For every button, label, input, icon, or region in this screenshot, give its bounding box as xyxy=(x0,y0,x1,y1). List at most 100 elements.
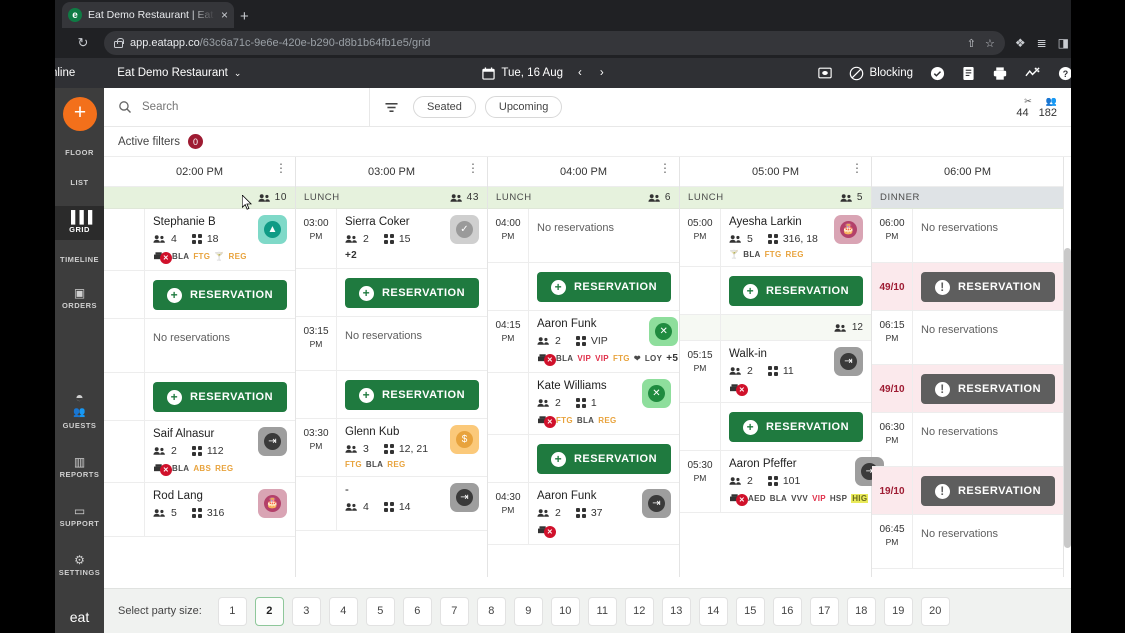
restaurant-selector[interactable]: Eat Demo Restaurant ⌄ xyxy=(117,67,241,79)
reload-icon[interactable]: ↻ xyxy=(70,30,96,56)
star-icon[interactable]: ☆ xyxy=(985,37,995,50)
party-size-option[interactable]: 19 xyxy=(883,596,913,626)
extensions-icon[interactable]: ❖ xyxy=(1015,36,1026,50)
add-reservation-button[interactable]: + xyxy=(63,97,97,131)
reservation-status-button[interactable]: ✓ xyxy=(450,215,479,244)
reservation-card[interactable]: Sierra Coker 2 15 +2 ✓ xyxy=(345,215,479,261)
reservation-card[interactable]: Glenn Kub 3 12, 21 FTG BLA REG $ xyxy=(345,425,479,469)
reservation-status-button[interactable]: 🎂 xyxy=(258,489,287,518)
party-size-option[interactable]: 16 xyxy=(772,596,802,626)
reservation-card[interactable]: Aaron Funk 2 37 ✕ ⇥ xyxy=(537,489,671,538)
reservation-status-button[interactable]: $ xyxy=(450,425,479,454)
reservation-card[interactable]: Aaron Pfeffer2101✕AEDBLAVVVVIPHSPHIG+5⇥ xyxy=(729,457,885,506)
add-reservation-button[interactable]: + RESERVATION xyxy=(537,444,671,474)
reservation-card[interactable]: Aaron Funk 2 VIP ✕ BLA VIP VIP FTG ❤ LOY +5 ✕ xyxy=(537,317,679,366)
sidebar-item-support[interactable]: ▭ SUPPORT xyxy=(55,504,104,528)
next-date-icon[interactable]: › xyxy=(600,67,604,79)
sidebar-item-settings[interactable]: ⚙ SETTINGS xyxy=(55,553,104,577)
address-bar[interactable]: app.eatapp.co/63c6a71c-9e6e-420e-b290-d8… xyxy=(104,31,1005,55)
print-icon[interactable] xyxy=(992,66,1008,81)
sidebar-item-reports[interactable]: ▥ REPORTS xyxy=(55,455,104,479)
add-reservation-button[interactable]: ! RESERVATION xyxy=(921,374,1055,404)
party-size-option[interactable]: 11 xyxy=(587,596,617,626)
reservation-card[interactable]: Saif Alnasur 2 112 ✕ BLA ABS REG ⇥ xyxy=(153,427,287,476)
party-size-option[interactable]: 17 xyxy=(809,596,839,626)
party-size-value: 5 xyxy=(171,507,177,519)
party-size-option[interactable]: 2 xyxy=(254,596,284,626)
browser-tab[interactable]: e Eat Demo Restaurant | Eat App × xyxy=(62,2,234,28)
party-size-option[interactable]: 18 xyxy=(846,596,876,626)
party-size-option[interactable]: 12 xyxy=(624,596,654,626)
party-size-option[interactable]: 1 xyxy=(217,596,247,626)
reservation-card[interactable]: Stephanie B 4 18 ✕ BLA FTG 🍸 REG ▲ xyxy=(153,215,287,264)
sidebar-item-list[interactable]: LIST xyxy=(55,178,104,187)
plus-icon: + xyxy=(358,387,374,403)
reservation-status-button[interactable]: 🎂 xyxy=(834,215,863,244)
sidebar-item-floor[interactable]: FLOOR xyxy=(55,148,104,157)
blocking-button[interactable]: Blocking xyxy=(849,66,913,81)
party-size-option[interactable]: 5 xyxy=(365,596,395,626)
reservation-status-button[interactable]: ✕ xyxy=(649,317,679,346)
column-menu-icon[interactable]: ⋮ xyxy=(851,162,863,174)
party-size-option[interactable]: 4 xyxy=(328,596,358,626)
check-circle-icon[interactable] xyxy=(930,66,945,81)
add-reservation-button[interactable]: ! RESERVATION xyxy=(921,476,1055,506)
reading-list-icon[interactable]: ≣ xyxy=(1037,36,1047,50)
column-menu-icon[interactable]: ⋮ xyxy=(275,162,287,174)
view-icon[interactable] xyxy=(817,66,832,80)
add-reservation-button[interactable]: + RESERVATION xyxy=(537,272,671,302)
party-size-option[interactable]: 10 xyxy=(550,596,580,626)
reservation-status-button[interactable]: ▲ xyxy=(258,215,287,244)
upcoming-filter-button[interactable]: Upcoming xyxy=(484,96,563,118)
search-input[interactable] xyxy=(142,101,322,113)
add-reservation-button[interactable]: + RESERVATION xyxy=(153,382,287,412)
reservation-card[interactable]: Rod Lang 5 316 🎂 xyxy=(153,489,287,524)
new-tab-icon[interactable]: + xyxy=(240,8,249,25)
reservation-status-button[interactable]: ⇥ xyxy=(450,483,479,512)
reservation-card[interactable]: Kate Williams 2 1 ✕ FTG BLA REG ✕ xyxy=(537,379,671,428)
calendar-icon xyxy=(482,66,496,80)
vertical-scrollbar[interactable] xyxy=(1064,248,1071,548)
party-size-option[interactable]: 8 xyxy=(476,596,506,626)
column-menu-icon[interactable]: ⋮ xyxy=(467,162,479,174)
party-size-option[interactable]: 7 xyxy=(439,596,469,626)
notes-icon[interactable] xyxy=(962,66,975,81)
party-size-option[interactable]: 6 xyxy=(402,596,432,626)
add-reservation-button[interactable]: + RESERVATION xyxy=(729,276,863,306)
sidebar-item-orders[interactable]: ▣ ORDERS xyxy=(55,286,104,310)
sidebar-item-timeline[interactable]: TIMELINE xyxy=(55,255,104,264)
party-size-option[interactable]: 20 xyxy=(920,596,950,626)
seated-filter-button[interactable]: Seated xyxy=(413,96,476,118)
add-reservation-button[interactable]: + RESERVATION xyxy=(153,280,287,310)
reservation-card[interactable]: -4 14 ⇥ xyxy=(345,483,479,518)
shift-bar: LUNCH 43 xyxy=(296,187,487,209)
column-menu-icon[interactable]: ⋮ xyxy=(659,162,671,174)
add-reservation-button[interactable]: + RESERVATION xyxy=(345,278,479,308)
reservation-status-button[interactable]: ⇥ xyxy=(642,489,671,518)
close-icon[interactable]: × xyxy=(221,9,228,21)
party-size-option[interactable]: 14 xyxy=(698,596,728,626)
search-container[interactable] xyxy=(104,100,369,114)
party-size-option[interactable]: 15 xyxy=(735,596,765,626)
add-reservation-button[interactable]: + RESERVATION xyxy=(729,412,863,442)
party-size-option[interactable]: 9 xyxy=(513,596,543,626)
prev-date-icon[interactable]: ‹ xyxy=(578,67,582,79)
filter-icon[interactable] xyxy=(384,101,399,114)
sidebar-item-grid[interactable]: ▐▐▐ GRID xyxy=(55,206,104,240)
share-icon[interactable]: ⇧ xyxy=(967,37,976,50)
reservation-status-button[interactable]: ⇥ xyxy=(258,427,287,456)
sidebar-item-guests[interactable]: 👥 GUESTS xyxy=(55,406,104,430)
plus-icon: + xyxy=(550,279,566,295)
add-reservation-button[interactable]: ! RESERVATION xyxy=(921,272,1055,302)
analytics-icon[interactable] xyxy=(1025,66,1041,80)
reservation-card[interactable]: Walk-in 2 11 ✕ ⇥ xyxy=(729,347,863,396)
add-reservation-button[interactable]: + RESERVATION xyxy=(345,380,479,410)
date-selector[interactable]: Tue, 16 Aug ‹ › xyxy=(482,66,604,80)
side-panel-icon[interactable]: ◨ xyxy=(1058,36,1069,50)
party-size-option[interactable]: 13 xyxy=(661,596,691,626)
reservation-status-button[interactable]: ✕ xyxy=(642,379,671,408)
sidebar-item-marketing[interactable]: ◓ xyxy=(55,390,104,405)
reservation-status-button[interactable]: ⇥ xyxy=(834,347,863,376)
reservation-card[interactable]: Ayesha Larkin 5 316, 18 🍸 BLA FTG REG 🎂 xyxy=(729,215,863,259)
party-size-option[interactable]: 3 xyxy=(291,596,321,626)
